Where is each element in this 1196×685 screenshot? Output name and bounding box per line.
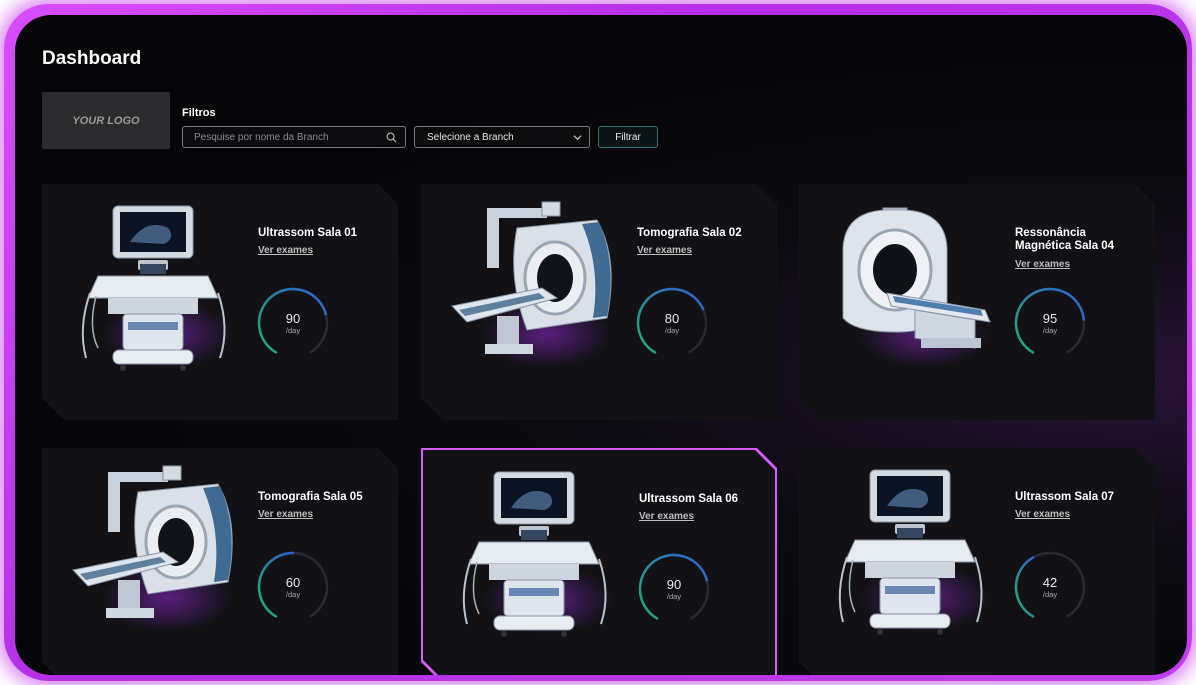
device-card[interactable]: Ressonância Magnética Sala 04 Ver exames 9… xyxy=(799,184,1155,420)
exams-per-day-gauge: 42/day xyxy=(1011,548,1089,626)
device-frame: Dashboard YOUR LOGO Filtros Selecione a … xyxy=(4,4,1192,681)
page-title: Dashboard xyxy=(42,48,142,69)
device-card-title: Ultrassom Sala 06 xyxy=(639,493,739,505)
ultrasound-machine-image xyxy=(449,464,624,644)
ct-scanner-image xyxy=(68,462,243,642)
gauge-value: 42 xyxy=(1042,575,1058,590)
view-exams-link[interactable]: Ver exames xyxy=(258,245,313,256)
gauge-value: 90 xyxy=(285,311,301,326)
device-card[interactable]: Tomografia Sala 05 Ver exames 60/day xyxy=(42,448,398,675)
filters-label: Filtros xyxy=(182,107,216,119)
device-card-title: Ultrassom Sala 07 xyxy=(1015,491,1115,503)
view-exams-link[interactable]: Ver exames xyxy=(1015,509,1070,520)
device-card-body: Tomografia Sala 02 Ver exames 80/day xyxy=(421,184,777,420)
ultrasound-machine-image xyxy=(68,198,243,378)
gauge-value: 90 xyxy=(666,577,682,592)
view-exams-link[interactable]: Ver exames xyxy=(1015,259,1070,270)
device-card-body: Tomografia Sala 05 Ver exames 60/day xyxy=(42,448,398,675)
view-exams-link[interactable]: Ver exames xyxy=(639,511,694,522)
company-logo: YOUR LOGO xyxy=(42,92,170,149)
gauge-value: 80 xyxy=(664,311,680,326)
gauge-value: 60 xyxy=(285,575,301,590)
device-card-title: Tomografia Sala 02 xyxy=(637,227,742,239)
gauge-unit: /day xyxy=(666,592,682,601)
device-card[interactable]: Ultrassom Sala 01 Ver exames 90/day xyxy=(42,184,398,420)
chevron-down-icon xyxy=(573,135,582,141)
search-icon[interactable] xyxy=(386,132,397,143)
gauge-unit: /day xyxy=(664,326,680,335)
exams-per-day-gauge: 80/day xyxy=(633,284,711,362)
exams-per-day-gauge: 90/day xyxy=(635,550,713,628)
view-exams-link[interactable]: Ver exames xyxy=(258,509,313,520)
exams-per-day-gauge: 90/day xyxy=(254,284,332,362)
device-card[interactable]: Ultrassom Sala 06 Ver exames 90/day xyxy=(421,448,777,675)
filter-button[interactable]: Filtrar xyxy=(598,126,658,148)
view-exams-link[interactable]: Ver exames xyxy=(637,245,692,256)
device-card-title: Ultrassom Sala 01 xyxy=(258,227,358,239)
branch-search-field[interactable] xyxy=(182,126,406,148)
branch-search-input[interactable] xyxy=(194,131,374,143)
gauge-unit: /day xyxy=(1042,590,1058,599)
branch-select[interactable]: Selecione a Branch xyxy=(414,126,590,148)
branch-select-value: Selecione a Branch xyxy=(427,131,514,143)
mri-scanner-image xyxy=(825,198,1000,378)
gauge-unit: /day xyxy=(285,326,301,335)
ultrasound-machine-image xyxy=(825,462,1000,642)
device-card[interactable]: Ultrassom Sala 07 Ver exames 42/day xyxy=(799,448,1155,675)
device-card-body: Ultrassom Sala 01 Ver exames 90/day xyxy=(42,184,398,420)
device-card-body: Ultrassom Sala 06 Ver exames 90/day xyxy=(423,450,775,675)
exams-per-day-gauge: 95/day xyxy=(1011,284,1089,362)
device-card-title: Ressonância Magnética Sala 04 xyxy=(1015,227,1115,252)
device-card-title: Tomografia Sala 05 xyxy=(258,491,363,503)
exams-per-day-gauge: 60/day xyxy=(254,548,332,626)
gauge-unit: /day xyxy=(285,590,301,599)
ct-scanner-image xyxy=(447,198,622,378)
device-card-body: Ultrassom Sala 07 Ver exames 42/day xyxy=(799,448,1155,675)
gauge-value: 95 xyxy=(1042,311,1058,326)
device-card-body: Ressonância Magnética Sala 04 Ver exames 9… xyxy=(799,184,1155,420)
device-card[interactable]: Tomografia Sala 02 Ver exames 80/day xyxy=(421,184,777,420)
dashboard-screen: Dashboard YOUR LOGO Filtros Selecione a … xyxy=(15,15,1187,675)
gauge-unit: /day xyxy=(1042,326,1058,335)
